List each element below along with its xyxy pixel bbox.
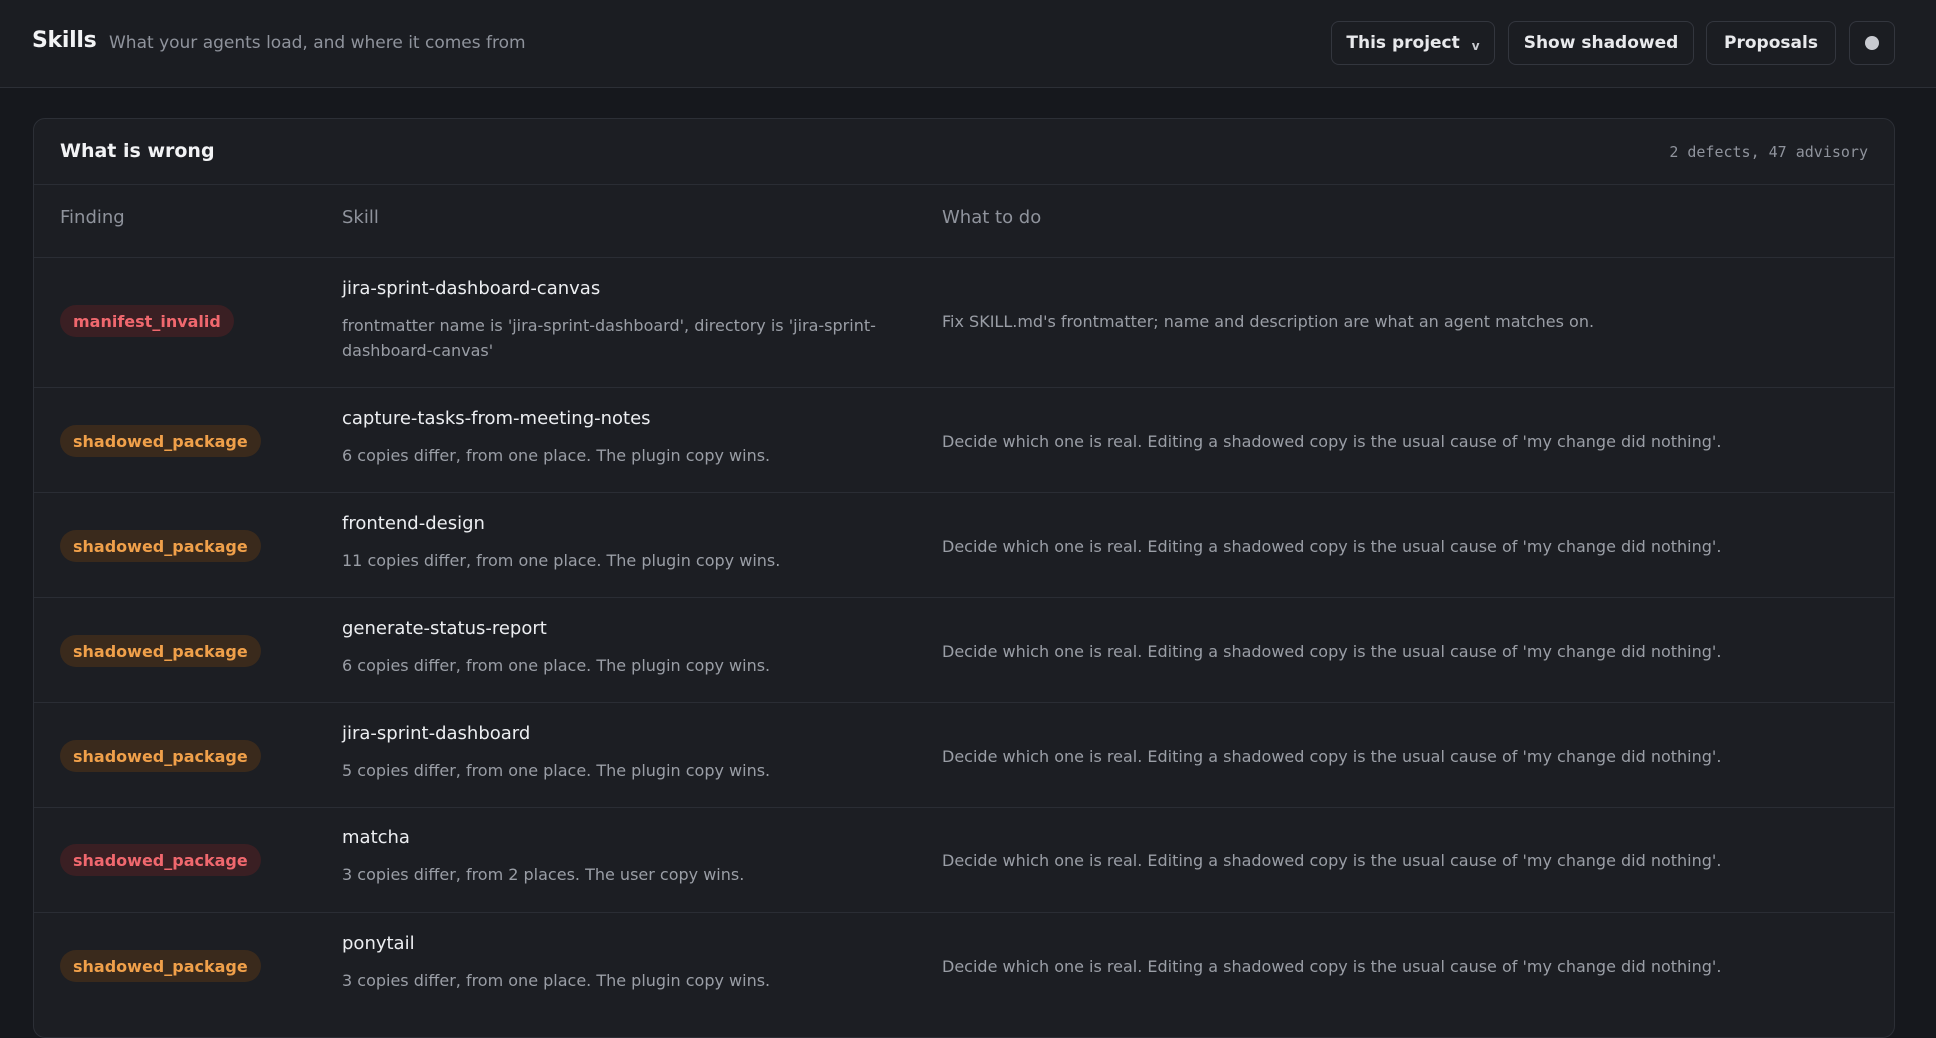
column-header-skill: Skill — [342, 207, 379, 228]
skill-name: capture-tasks-from-meeting-notes — [342, 408, 651, 429]
skill-detail: frontmatter name is 'jira-sprint-dashboa… — [342, 316, 876, 360]
scope-dropdown[interactable]: This project v — [1331, 21, 1495, 65]
top-bar: Skills What your agents load, and where … — [0, 0, 1936, 88]
skill-detail: 3 copies differ, from 2 places. The user… — [342, 865, 745, 884]
page-subtitle: What your agents load, and where it come… — [109, 33, 526, 53]
findings-panel: What is wrong 2 defects, 47 advisory Fin… — [33, 118, 1895, 1038]
remediation-text: Decide which one is real. Editing a shad… — [942, 851, 1722, 870]
finding-badge: shadowed_package — [60, 635, 261, 667]
skill-name: jira-sprint-dashboard — [342, 723, 531, 744]
table-row[interactable]: shadowed_package frontend-design 11 copi… — [34, 493, 1894, 598]
status-dot-icon — [1865, 36, 1879, 50]
column-header-todo: What to do — [942, 207, 1042, 228]
remediation-text: Fix SKILL.md's frontmatter; name and des… — [942, 312, 1595, 331]
table-row[interactable]: shadowed_package capture-tasks-from-meet… — [34, 388, 1894, 493]
skill-name: frontend-design — [342, 513, 485, 534]
proposals-button[interactable]: Proposals — [1706, 21, 1836, 65]
skill-detail: 3 copies differ, from one place. The plu… — [342, 971, 771, 990]
chevron-down-icon: v — [1471, 39, 1480, 53]
skill-name: matcha — [342, 827, 410, 848]
table-row[interactable]: shadowed_package ponytail 3 copies diffe… — [34, 913, 1894, 1018]
remediation-text: Decide which one is real. Editing a shad… — [942, 642, 1722, 661]
skill-name: jira-sprint-dashboard-canvas — [342, 278, 601, 299]
skill-name: generate-status-report — [342, 618, 547, 639]
skill-detail: 11 copies differ, from one place. The pl… — [342, 551, 781, 570]
table-row[interactable]: shadowed_package matcha 3 copies differ,… — [34, 808, 1894, 913]
skill-detail: 5 copies differ, from one place. The plu… — [342, 761, 771, 780]
finding-badge: shadowed_package — [60, 950, 261, 982]
panel-title: What is wrong — [60, 140, 215, 162]
finding-badge: shadowed_package — [60, 530, 261, 562]
finding-badge: shadowed_package — [60, 740, 261, 772]
table-row[interactable]: manifest_invalid jira-sprint-dashboard-c… — [34, 258, 1894, 388]
show-shadowed-button[interactable]: Show shadowed — [1508, 21, 1694, 65]
skill-name: ponytail — [342, 933, 415, 954]
remediation-text: Decide which one is real. Editing a shad… — [942, 432, 1722, 451]
finding-badge: shadowed_package — [60, 425, 261, 457]
status-button[interactable] — [1849, 21, 1895, 65]
remediation-text: Decide which one is real. Editing a shad… — [942, 537, 1722, 556]
table-row[interactable]: shadowed_package generate-status-report … — [34, 598, 1894, 703]
finding-badge: shadowed_package — [60, 844, 261, 876]
table-row[interactable]: shadowed_package jira-sprint-dashboard 5… — [34, 703, 1894, 808]
skill-detail: 6 copies differ, from one place. The plu… — [342, 446, 771, 465]
scope-dropdown-label: This project — [1346, 33, 1460, 53]
skill-detail: 6 copies differ, from one place. The plu… — [342, 656, 771, 675]
remediation-text: Decide which one is real. Editing a shad… — [942, 747, 1722, 766]
column-header-finding: Finding — [60, 207, 125, 228]
panel-header: What is wrong 2 defects, 47 advisory — [34, 119, 1894, 185]
remediation-text: Decide which one is real. Editing a shad… — [942, 957, 1722, 976]
page-title: Skills — [32, 28, 97, 53]
findings-summary: 2 defects, 47 advisory — [1669, 143, 1868, 161]
finding-badge: manifest_invalid — [60, 305, 234, 337]
